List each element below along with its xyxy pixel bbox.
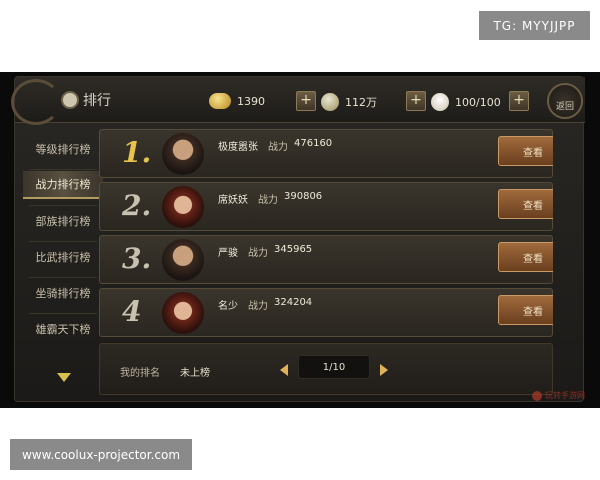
bun-icon [431,93,449,111]
add-coin-button[interactable]: + [406,91,426,111]
gold-ingot-icon [209,93,231,109]
top-bar: 排行 1390 + 112万 + 100/100 + 返回 [11,77,585,125]
next-page-arrow-icon[interactable] [380,364,388,376]
gold-resource: 1390 [209,93,265,109]
sidebar-item-mount[interactable]: 坐骑排行榜 [23,279,103,307]
player-power: 476160 [294,138,333,149]
add-gold-button[interactable]: + [296,91,316,111]
sidebar-divider [29,241,97,242]
sidebar-item-power[interactable]: 战力排行榜 [23,171,103,199]
rank-number: 2. [122,189,152,222]
site-logo-icon [532,390,542,401]
my-rank-label: 我的排名 [120,368,160,379]
game-screen: 排行 1390 + 112万 + 100/100 + 返回 等级排行榜 战力排行… [0,72,600,408]
view-button[interactable]: 查看 [498,189,553,219]
watermark-top: TG: MYYJJPP [479,11,590,40]
sidebar-divider [29,313,97,314]
ranking-window: 排行 1390 + 112万 + 100/100 + 返回 等级排行榜 战力排行… [11,76,585,402]
player-power: 390806 [284,191,323,202]
view-button[interactable]: 查看 [498,295,553,325]
ranking-title-icon [61,91,79,109]
view-button[interactable]: 查看 [498,242,553,272]
ranking-row: 3. 严骏 战力 345965 查看 [99,235,553,284]
player-name: 严骏 [218,248,238,259]
watermark-bottom: www.coolux-projector.com [10,439,192,470]
ranking-row: 4 名少 战力 324204 查看 [99,288,553,337]
ranking-category-sidebar: 等级排行榜 战力排行榜 部族排行榜 比武排行榜 坐骑排行榜 雄霸天下榜 [23,129,103,399]
coin-icon [321,93,339,111]
player-power: 324204 [274,297,313,308]
page-title: 排行 [83,93,111,109]
corner-watermark: 玩转手游网 [532,390,585,401]
sidebar-divider [29,169,97,170]
ranking-row: 2. 席妖妖 战力 390806 查看 [99,182,553,231]
back-button[interactable]: 返回 [547,83,583,119]
power-label: 战力 [248,301,268,312]
stamina-amount: 100/100 [455,95,501,109]
ranking-list[interactable]: 1. 极度嚣张 战力 476160 查看 2. 席妖妖 战力 390806 查看… [99,129,553,343]
page-indicator: 1/10 [298,355,370,379]
corner-watermark-text: 玩转手游网 [545,391,585,400]
my-rank-bar: 我的排名 未上榜 1/10 [99,343,553,395]
coin-amount: 112万 [345,96,377,109]
ornament-swirl-icon [11,79,61,125]
player-name: 极度嚣张 [218,142,258,153]
ranking-row: 1. 极度嚣张 战力 476160 查看 [99,129,553,178]
my-rank-value: 未上榜 [180,368,210,379]
sidebar-divider [29,205,97,206]
gold-amount: 1390 [237,94,265,108]
player-name: 席妖妖 [218,195,248,206]
player-portrait [162,133,204,175]
sidebar-divider [29,277,97,278]
previous-page-arrow-icon[interactable] [280,364,288,376]
sidebar-item-level[interactable]: 等级排行榜 [23,135,103,163]
coin-resource: 112万 [321,93,377,111]
back-label: 返回 [555,102,574,112]
rank-number: 1. [122,136,152,169]
rank-number: 3. [122,242,152,275]
power-label: 战力 [268,142,288,153]
player-name: 名少 [218,301,238,312]
sidebar-item-overlord[interactable]: 雄霸天下榜 [23,315,103,343]
add-stamina-button[interactable]: + [509,91,529,111]
sidebar-item-clan[interactable]: 部族排行榜 [23,207,103,235]
player-portrait [162,239,204,281]
rank-number: 4 [122,295,142,328]
view-button[interactable]: 查看 [498,136,553,166]
power-label: 战力 [258,195,278,206]
power-label: 战力 [248,248,268,259]
scroll-down-arrow-icon[interactable] [57,373,71,382]
stamina-resource: 100/100 [431,93,501,111]
sidebar-item-duel[interactable]: 比武排行榜 [23,243,103,271]
player-portrait [162,292,204,334]
player-power: 345965 [274,244,313,255]
player-portrait [162,186,204,228]
